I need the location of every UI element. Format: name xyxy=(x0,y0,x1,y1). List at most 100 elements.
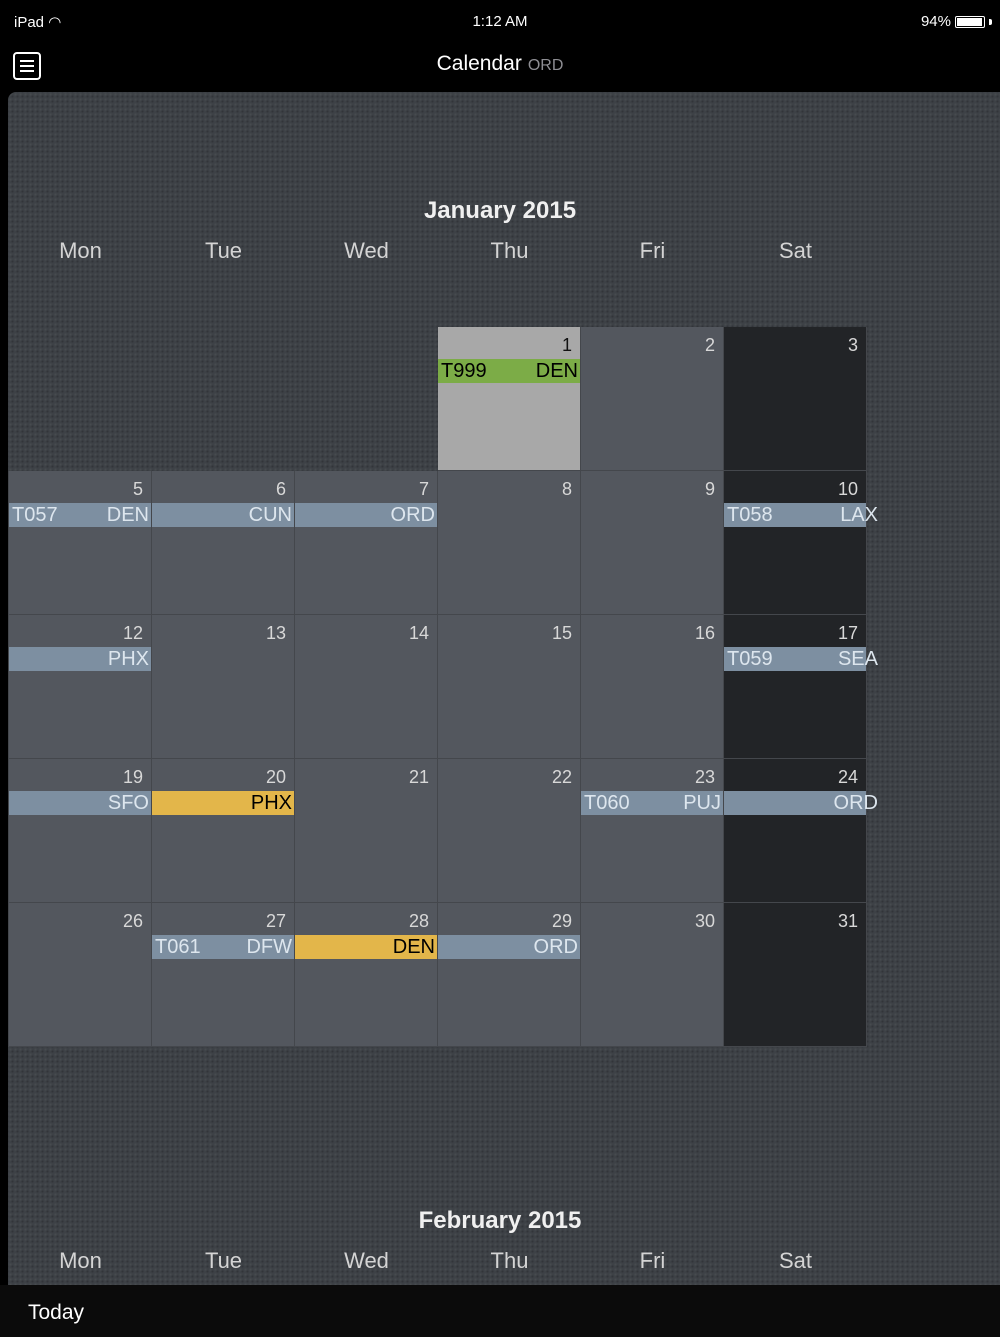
day-number: 8 xyxy=(561,479,572,499)
day-number: 30 xyxy=(694,911,715,931)
day-cell-17[interactable]: 17 T059 SEA xyxy=(724,615,878,759)
day-number: 1 xyxy=(561,335,572,355)
page-title: Calendar ORD xyxy=(0,52,1000,76)
trip-id: T061 xyxy=(155,936,201,958)
weekday-fri: Fri xyxy=(639,238,666,263)
month-title-february: February 2015 xyxy=(418,1207,582,1234)
trip-bar[interactable]: T061 DFW xyxy=(152,935,294,959)
day-cell-21[interactable]: 21 xyxy=(295,759,438,903)
battery-tip xyxy=(989,18,992,25)
day-number: 14 xyxy=(408,623,429,643)
weekday-thu: Thu xyxy=(490,238,529,263)
trip-id: T058 xyxy=(727,504,773,526)
trip-bar[interactable]: ORD xyxy=(295,503,437,527)
day-cell-19[interactable]: 19 SFO xyxy=(9,759,152,903)
day-cell-8[interactable]: 8 xyxy=(438,471,581,615)
trip-bar[interactable]: T060 PUJ xyxy=(581,791,723,815)
day-number: 9 xyxy=(704,479,715,499)
day-cell-6[interactable]: 6 CUN xyxy=(152,471,295,615)
day-number: 7 xyxy=(418,479,429,499)
weekday-thu: Thu xyxy=(490,1248,529,1273)
day-cell-29[interactable]: 29 ORD xyxy=(438,903,581,1047)
trip-id: T060 xyxy=(584,792,630,814)
day-cell-5[interactable]: 5 T057 DEN xyxy=(9,471,152,615)
battery-status: 94% xyxy=(921,13,992,30)
trip-bar[interactable]: ORD xyxy=(724,791,878,815)
trip-destination: DFW xyxy=(246,936,292,958)
trip-destination: PHX xyxy=(250,792,292,814)
day-number: 29 xyxy=(551,911,572,931)
status-bar: iPad ◠ 1:12 AM 94% xyxy=(0,0,1000,40)
day-cell-1[interactable]: 1 T999 DEN xyxy=(438,327,581,471)
trip-destination: SFO xyxy=(107,792,149,814)
day-number: 6 xyxy=(275,479,286,499)
weekday-sat: Sat xyxy=(778,1248,813,1273)
battery-icon xyxy=(955,15,985,28)
navigation-bar: Calendar ORD xyxy=(0,40,1000,92)
day-cell-20[interactable]: 20 PHX xyxy=(152,759,295,903)
trip-bar[interactable]: SFO xyxy=(9,791,151,815)
day-cell-22[interactable]: 22 xyxy=(438,759,581,903)
day-cell-13[interactable]: 13 xyxy=(152,615,295,759)
day-cell-2[interactable]: 2 xyxy=(581,327,724,471)
day-cell-26[interactable]: 26 xyxy=(9,903,152,1047)
day-number: 23 xyxy=(694,767,715,787)
trip-destination: DEN xyxy=(535,360,578,382)
trip-destination: ORD xyxy=(833,792,878,814)
day-cell-12[interactable]: 12 PHX xyxy=(9,615,152,759)
weekday-fri: Fri xyxy=(639,1248,666,1273)
day-cell-15[interactable]: 15 xyxy=(438,615,581,759)
trip-bar[interactable]: T059 SEA xyxy=(724,647,878,671)
trip-bar[interactable]: PHX xyxy=(9,647,151,671)
trip-bar[interactable]: DEN xyxy=(295,935,437,959)
day-cell-31[interactable]: 31 xyxy=(724,903,867,1047)
day-number: 3 xyxy=(847,335,858,355)
trip-bar[interactable]: CUN xyxy=(152,503,294,527)
trip-id: T059 xyxy=(727,648,773,670)
trip-destination: DEN xyxy=(392,936,435,958)
day-number: 28 xyxy=(408,911,429,931)
trip-id: T057 xyxy=(12,504,58,526)
day-number: 13 xyxy=(265,623,286,643)
weekday-tue: Tue xyxy=(204,1248,243,1273)
day-cell-10[interactable]: 10 T058 LAX xyxy=(724,471,878,615)
trip-bar[interactable]: T058 LAX xyxy=(724,503,878,527)
day-cell-3[interactable]: 3 xyxy=(724,327,867,471)
day-cell-9[interactable]: 9 xyxy=(581,471,724,615)
day-cell-7[interactable]: 7 ORD xyxy=(295,471,438,615)
today-button[interactable]: Today xyxy=(28,1301,84,1325)
day-number: 26 xyxy=(122,911,143,931)
trip-destination: PUJ xyxy=(683,792,721,814)
trip-destination: ORD xyxy=(533,936,578,958)
day-number: 15 xyxy=(551,623,572,643)
weekday-mon: Mon xyxy=(59,238,102,263)
day-cell-14[interactable]: 14 xyxy=(295,615,438,759)
day-number: 12 xyxy=(122,623,143,643)
day-number: 31 xyxy=(837,911,858,931)
day-cell-16[interactable]: 16 xyxy=(581,615,724,759)
trip-destination: LAX xyxy=(840,504,878,526)
day-cell-23[interactable]: 23 T060 PUJ xyxy=(581,759,724,903)
calendar-view[interactable]: January 2015 SunMonTueWedThuFriSat 1T999… xyxy=(8,92,1000,1285)
clock: 1:12 AM xyxy=(472,13,528,30)
day-number: 20 xyxy=(265,767,286,787)
trip-destination: SEA xyxy=(837,648,878,670)
bottom-toolbar: Today xyxy=(0,1285,1000,1337)
day-number: 21 xyxy=(408,767,429,787)
weekday-tue: Tue xyxy=(204,238,243,263)
battery-percent: 94% xyxy=(920,13,951,30)
day-number: 17 xyxy=(837,623,858,643)
trip-bar[interactable]: T999 DEN xyxy=(438,359,580,383)
trip-id: T999 xyxy=(441,360,487,382)
day-cell-27[interactable]: 27 T061 DFW xyxy=(152,903,295,1047)
trip-bar[interactable]: T057 DEN xyxy=(9,503,151,527)
trip-destination: CUN xyxy=(248,504,292,526)
day-cell-24[interactable]: 24 ORD xyxy=(724,759,878,903)
day-cell-28[interactable]: 28 DEN xyxy=(295,903,438,1047)
trip-bar[interactable]: PHX xyxy=(152,791,294,815)
trip-bar[interactable]: ORD xyxy=(438,935,580,959)
day-cell-30[interactable]: 30 xyxy=(581,903,724,1047)
day-number: 10 xyxy=(837,479,858,499)
base-code: ORD xyxy=(527,57,564,74)
trip-destination: ORD xyxy=(390,504,435,526)
